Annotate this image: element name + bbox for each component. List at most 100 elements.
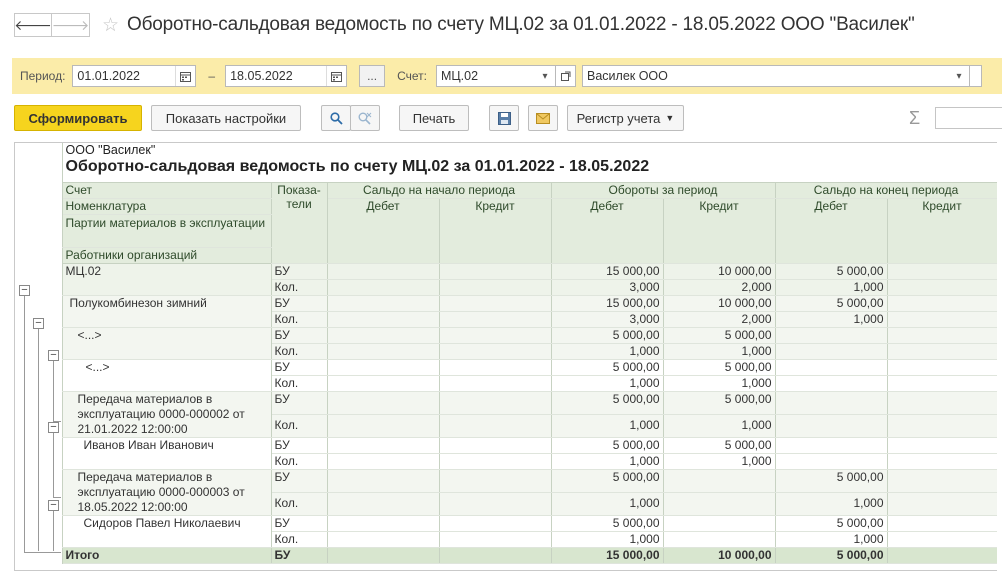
cell-turnover-debit[interactable]: 1,000 bbox=[551, 531, 664, 548]
cell-opening-debit[interactable] bbox=[327, 359, 440, 376]
cell-opening-debit[interactable] bbox=[327, 492, 440, 516]
cell-closing-debit[interactable]: 5 000,00 bbox=[775, 515, 888, 532]
cell-closing-credit[interactable] bbox=[887, 295, 997, 312]
cell-opening-debit[interactable] bbox=[327, 327, 440, 344]
calendar-icon[interactable] bbox=[326, 66, 346, 86]
row-name[interactable]: <...> bbox=[62, 359, 272, 392]
collapse-group-icon[interactable]: − bbox=[33, 318, 44, 329]
cell-turnover-credit[interactable] bbox=[663, 515, 776, 532]
cell-opening-credit[interactable] bbox=[439, 375, 552, 392]
cell-turnover-credit[interactable] bbox=[663, 531, 776, 548]
cell-closing-credit[interactable] bbox=[887, 343, 997, 360]
cell-closing-credit[interactable] bbox=[887, 414, 997, 438]
cell-opening-credit[interactable] bbox=[439, 391, 552, 415]
cell-closing-debit[interactable]: 5 000,00 bbox=[775, 469, 888, 493]
cell-turnover-credit[interactable]: 2,000 bbox=[663, 279, 776, 296]
row-name[interactable]: МЦ.02 bbox=[62, 263, 272, 296]
collapse-group-icon[interactable]: − bbox=[48, 422, 59, 433]
cell-turnover-credit[interactable] bbox=[663, 469, 776, 493]
send-email-button[interactable] bbox=[528, 105, 558, 131]
cell-closing-debit[interactable] bbox=[775, 327, 888, 344]
cell-turnover-debit[interactable]: 1,000 bbox=[551, 492, 664, 516]
collapse-group-icon[interactable]: − bbox=[48, 350, 59, 361]
cell-closing-credit[interactable] bbox=[887, 492, 997, 516]
cell-turnover-debit[interactable]: 5 000,00 bbox=[551, 515, 664, 532]
cell-closing-credit[interactable] bbox=[887, 359, 997, 376]
cell-opening-debit[interactable] bbox=[327, 469, 440, 493]
cell-turnover-debit[interactable]: 5 000,00 bbox=[551, 469, 664, 493]
cell-opening-debit[interactable] bbox=[327, 311, 440, 328]
cell-opening-credit[interactable] bbox=[439, 469, 552, 493]
cell-opening-credit[interactable] bbox=[439, 327, 552, 344]
cell-closing-debit[interactable]: 1,000 bbox=[775, 311, 888, 328]
report-spreadsheet[interactable]: ООО "Василек" Оборотно-сальдовая ведомос… bbox=[14, 142, 997, 571]
cell-opening-credit[interactable] bbox=[439, 414, 552, 438]
search-button[interactable] bbox=[321, 105, 351, 131]
cell-turnover-credit[interactable]: 5 000,00 bbox=[663, 391, 776, 415]
cell-closing-debit[interactable]: 5 000,00 bbox=[775, 295, 888, 312]
cell-closing-credit[interactable] bbox=[887, 263, 997, 280]
account-field[interactable]: МЦ.02 ▾ bbox=[436, 65, 556, 87]
row-name[interactable]: Передача материалов в эксплуатацию 0000-… bbox=[62, 391, 272, 438]
cell-opening-debit[interactable] bbox=[327, 515, 440, 532]
row-name[interactable]: Передача материалов в эксплуатацию 0000-… bbox=[62, 469, 272, 516]
cell-closing-credit[interactable] bbox=[887, 453, 997, 470]
cell-turnover-credit[interactable]: 5 000,00 bbox=[663, 327, 776, 344]
chevron-down-icon[interactable]: ▾ bbox=[949, 66, 969, 86]
cell-opening-credit[interactable] bbox=[439, 531, 552, 548]
show-settings-button[interactable]: Показать настройки bbox=[151, 105, 301, 131]
generate-button[interactable]: Сформировать bbox=[14, 105, 142, 131]
cell-opening-debit[interactable] bbox=[327, 343, 440, 360]
cell-closing-debit[interactable] bbox=[775, 359, 888, 376]
cell-opening-credit[interactable] bbox=[439, 263, 552, 280]
calendar-icon[interactable] bbox=[175, 66, 195, 86]
cell-turnover-credit[interactable]: 10 000,00 bbox=[663, 295, 776, 312]
cell-opening-debit[interactable] bbox=[327, 263, 440, 280]
cell-turnover-debit[interactable]: 5 000,00 bbox=[551, 359, 664, 376]
cell-turnover-credit[interactable]: 1,000 bbox=[663, 343, 776, 360]
cell-turnover-debit[interactable]: 1,000 bbox=[551, 453, 664, 470]
organization-field[interactable]: Василек ООО ▾ bbox=[582, 65, 970, 87]
cell-closing-debit[interactable]: 1,000 bbox=[775, 279, 888, 296]
cell-closing-debit[interactable] bbox=[775, 343, 888, 360]
row-name[interactable]: <...> bbox=[62, 327, 272, 360]
cell-closing-credit[interactable] bbox=[887, 311, 997, 328]
forward-button[interactable]: 🡒 bbox=[52, 13, 90, 37]
favorite-star-icon[interactable]: ☆ bbox=[102, 14, 119, 37]
cell-opening-debit[interactable] bbox=[327, 375, 440, 392]
cell-opening-debit[interactable] bbox=[327, 414, 440, 438]
cell-opening-debit[interactable] bbox=[327, 531, 440, 548]
cell-opening-credit[interactable] bbox=[439, 453, 552, 470]
cell-opening-credit[interactable] bbox=[439, 437, 552, 454]
cell-opening-credit[interactable] bbox=[439, 515, 552, 532]
cell-opening-debit[interactable] bbox=[327, 437, 440, 454]
cell-opening-credit[interactable] bbox=[439, 359, 552, 376]
cell-turnover-debit[interactable]: 1,000 bbox=[551, 375, 664, 392]
cell-closing-credit[interactable] bbox=[887, 515, 997, 532]
open-account-button[interactable] bbox=[556, 65, 576, 87]
cell-closing-debit[interactable]: 1,000 bbox=[775, 492, 888, 516]
cell-turnover-debit[interactable]: 15 000,00 bbox=[551, 263, 664, 280]
cell-turnover-debit[interactable]: 5 000,00 bbox=[551, 391, 664, 415]
row-name[interactable]: Полукомбинезон зимний bbox=[62, 295, 272, 328]
cell-opening-credit[interactable] bbox=[439, 295, 552, 312]
register-dropdown-button[interactable]: Регистр учета ▼ bbox=[567, 105, 684, 131]
cell-closing-debit[interactable]: 1,000 bbox=[775, 531, 888, 548]
cell-closing-credit[interactable] bbox=[887, 375, 997, 392]
cell-closing-debit[interactable] bbox=[775, 375, 888, 392]
cell-turnover-credit[interactable]: 10 000,00 bbox=[663, 263, 776, 280]
cell-opening-credit[interactable] bbox=[439, 279, 552, 296]
cell-turnover-credit[interactable] bbox=[663, 492, 776, 516]
cell-closing-credit[interactable] bbox=[887, 391, 997, 415]
cell-opening-debit[interactable] bbox=[327, 279, 440, 296]
cell-closing-debit[interactable]: 5 000,00 bbox=[775, 263, 888, 280]
cell-turnover-debit[interactable]: 5 000,00 bbox=[551, 327, 664, 344]
cell-closing-credit[interactable] bbox=[887, 279, 997, 296]
cell-closing-credit[interactable] bbox=[887, 469, 997, 493]
cell-turnover-credit[interactable]: 2,000 bbox=[663, 311, 776, 328]
cell-turnover-credit[interactable]: 1,000 bbox=[663, 414, 776, 438]
open-organization-button[interactable] bbox=[970, 65, 982, 87]
cell-turnover-debit[interactable]: 3,000 bbox=[551, 279, 664, 296]
cell-closing-debit[interactable] bbox=[775, 414, 888, 438]
cell-turnover-credit[interactable]: 1,000 bbox=[663, 375, 776, 392]
